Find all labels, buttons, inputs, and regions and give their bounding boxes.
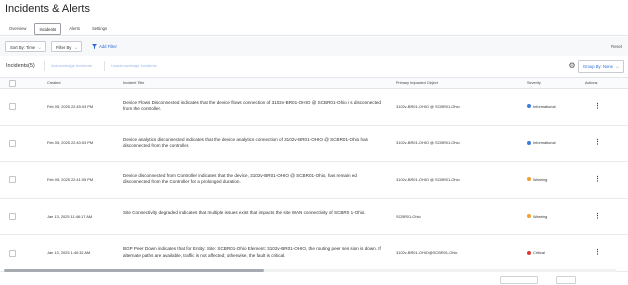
created-cell: Jan 13, 2025 11:46:17 AM (47, 213, 93, 219)
severity-cell: Warning (527, 214, 547, 219)
tab-alerts[interactable]: Alerts (65, 23, 84, 35)
row-checkbox[interactable] (9, 103, 16, 111)
add-filter-button[interactable]: Add Filter (92, 41, 117, 52)
primary-object-cell: 3102v-BR01-OHIO @ SCBR01-Ohio (396, 140, 460, 146)
chevron-down-icon: ⌵ (615, 64, 619, 69)
sort-by-dropdown[interactable]: Sort By: Time ⌵ (5, 41, 47, 52)
created-cell: Jan 13, 2025 1:40:32 AM (47, 250, 91, 256)
column-actions: Actions (585, 81, 598, 85)
created-cell: Feb 05, 2025 22:41:05 PM (47, 176, 94, 182)
primary-object-cell: 3102v-BR01-OHIO @ SCBR01-Ohio (396, 103, 460, 109)
table-row[interactable]: Jan 13, 2025 1:40:32 AM BGP Peer Down ind… (0, 234, 628, 272)
acknowledge-button[interactable]: Acknowledge Incidents (44, 61, 98, 71)
severity-label: Warning (533, 176, 548, 182)
chevron-down-icon: ⌵ (74, 45, 78, 50)
reset-button[interactable]: Reset (611, 41, 622, 52)
critical-icon (527, 250, 531, 255)
incidents-toolbar: Incidents(5) Acknowledge Incidents Unack… (0, 59, 628, 75)
pagination-control[interactable] (556, 276, 576, 284)
tab-overview[interactable]: Overview (5, 23, 30, 35)
filter-bar: Sort By: Time ⌵ Filter By ⌵ Add Filter Res… (0, 37, 628, 56)
more-actions-icon[interactable]: ⋮ (594, 249, 601, 256)
filter-by-dropdown[interactable]: Filter By ⌵ (51, 41, 83, 52)
more-actions-icon[interactable]: ⋮ (594, 176, 601, 183)
severity-label: Informational (533, 103, 556, 109)
column-incident-title[interactable]: Incident Title (123, 78, 144, 88)
warning-icon (527, 177, 531, 182)
page-size-select[interactable] (500, 276, 538, 284)
severity-label: Warning (533, 213, 548, 219)
incident-title-cell[interactable]: Site Connectivity degraded indicates tha… (123, 210, 383, 216)
group-by-dropdown[interactable]: Group By: None ⌵ (577, 60, 624, 73)
severity-cell: Critical (527, 250, 545, 255)
info-icon (527, 140, 531, 145)
column-severity[interactable]: Severity (527, 78, 541, 88)
severity-cell: Warning (527, 177, 547, 182)
scrollbar-thumb[interactable] (4, 269, 264, 272)
primary-object-cell: 3102v-BR01-OHIO@SCBR01-Ohio (396, 250, 458, 256)
gear-icon[interactable]: ⚙ (567, 61, 577, 71)
row-checkbox[interactable] (9, 213, 16, 221)
more-actions-icon[interactable]: ⋮ (594, 213, 601, 220)
chevron-down-icon: ⌵ (38, 45, 42, 50)
severity-label: Critical (533, 250, 545, 256)
incident-title-cell[interactable]: BGP Peer Down indicates that for Entity:… (123, 246, 383, 258)
table-row[interactable]: Feb 05, 2025 22:45:03 PM Device Flows Dis… (0, 88, 628, 126)
primary-object-cell: 3102v-BR01-OHIO @ SCBR01-Ohio (396, 176, 460, 182)
incident-title-cell[interactable]: Device disconnected from Controller indi… (123, 173, 383, 185)
filter-by-label: Filter By (56, 45, 72, 50)
tab-settings[interactable]: Settings (88, 23, 111, 35)
unacknowledge-button[interactable]: Unacknowledge Incidents (104, 61, 163, 71)
table-row[interactable]: Jan 13, 2025 11:46:17 AM Site Connectivit… (0, 198, 628, 236)
more-actions-icon[interactable]: ⋮ (594, 139, 601, 146)
sort-by-label: Sort By: Time (10, 45, 36, 50)
incident-title-cell[interactable]: Device Flows Disconnected indicates that… (123, 100, 383, 112)
severity-label: Informational (533, 140, 556, 146)
column-primary-object[interactable]: Primary Impacted Object (396, 78, 438, 88)
row-checkbox[interactable] (9, 176, 16, 184)
row-checkbox[interactable] (9, 139, 16, 147)
severity-cell: Informational (527, 104, 556, 109)
tab-bar: Overview Incidents Alerts Settings (5, 23, 111, 35)
more-actions-icon[interactable]: ⋮ (594, 103, 601, 110)
warning-icon (527, 214, 531, 219)
add-filter-label: Add Filter (99, 44, 117, 49)
created-cell: Feb 05, 2025 22:45:03 PM (47, 103, 94, 109)
incident-count: Incidents(5) (6, 63, 35, 69)
row-checkbox[interactable] (9, 249, 16, 257)
severity-cell: Informational (527, 140, 556, 145)
tab-incidents[interactable]: Incidents (34, 23, 62, 35)
created-cell: Feb 05, 2025 22:40:03 PM (47, 140, 94, 146)
select-all-checkbox[interactable] (9, 80, 16, 87)
filter-icon (92, 43, 97, 49)
info-icon (527, 104, 531, 109)
table-row[interactable]: Feb 05, 2025 22:40:03 PM Device analytics… (0, 125, 628, 163)
table-row[interactable]: Feb 05, 2025 22:41:05 PM Device disconnec… (0, 161, 628, 199)
page-title: Incidents & Alerts (5, 3, 90, 15)
incident-title-cell[interactable]: Device analytics disconnected indicates … (123, 137, 383, 149)
primary-object-cell: SCBR01-Ohio (396, 213, 421, 219)
group-by-label: Group By: None (582, 64, 613, 69)
tab-divider (0, 35, 628, 36)
column-created[interactable]: Created (47, 78, 61, 88)
